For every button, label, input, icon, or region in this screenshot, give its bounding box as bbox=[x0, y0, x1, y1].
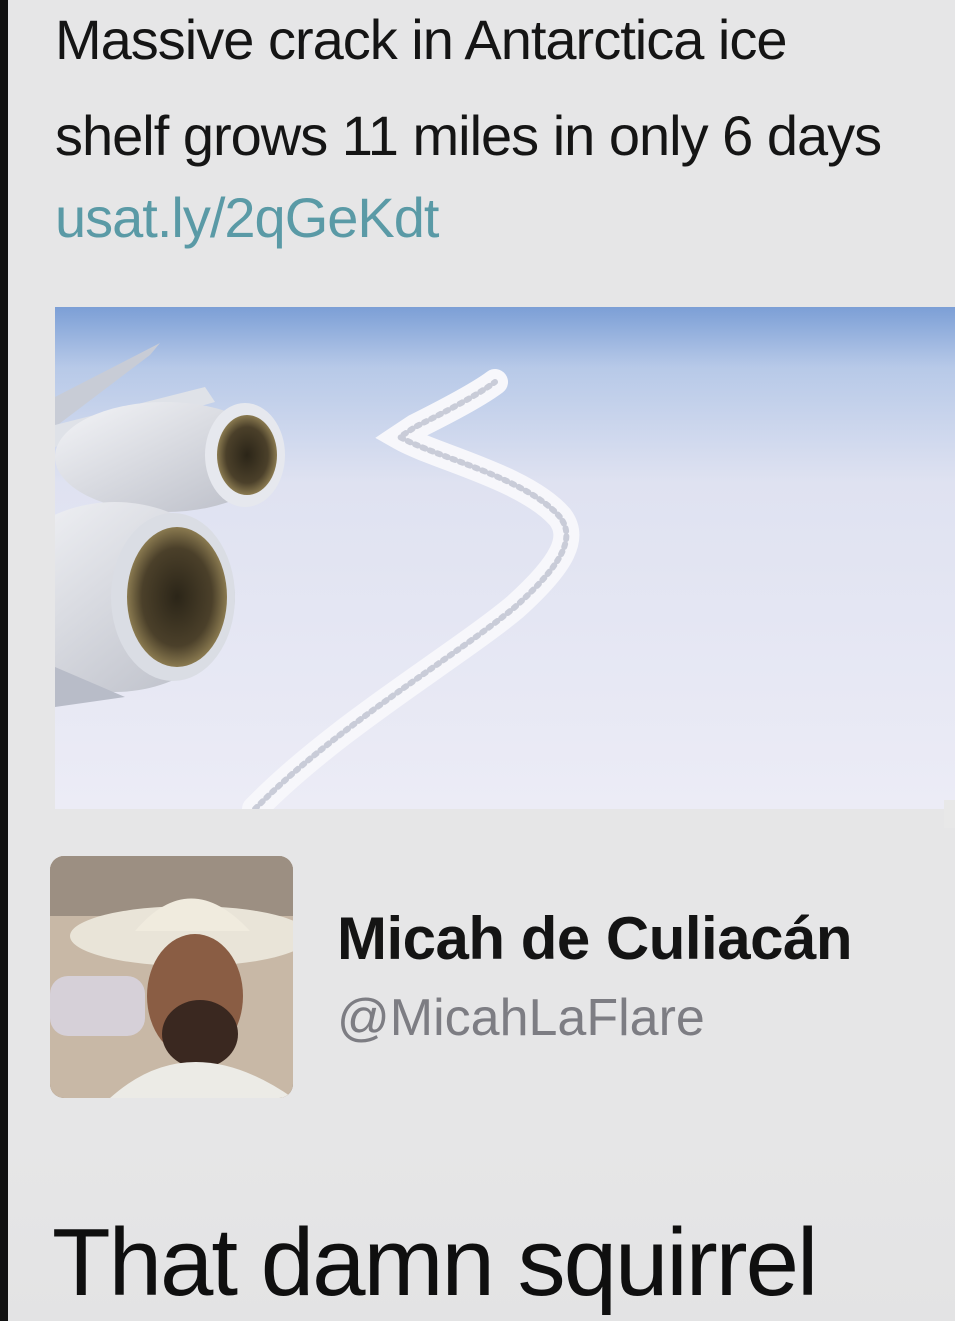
avatar-photo bbox=[50, 856, 293, 1098]
tweet-link[interactable]: usat.ly/2qGeKdt bbox=[55, 178, 439, 258]
display-name[interactable]: Micah de Culiacán bbox=[337, 904, 852, 973]
left-border bbox=[0, 0, 8, 1321]
tweet-media-image[interactable] bbox=[55, 307, 955, 809]
user-handle[interactable]: @MicahLaFlare bbox=[337, 988, 705, 1048]
meme-caption: That damn squirrel bbox=[52, 1209, 818, 1316]
tweet-text-line-2: shelf grows 11 miles in only 6 days bbox=[55, 104, 882, 167]
profile-card: Micah de Culiacán @MicahLaFlare bbox=[50, 856, 955, 1101]
tweet-text-line-1: Massive crack in Antarctica ice bbox=[55, 8, 787, 71]
tweet-text: Massive crack in Antarctica ice shelf gr… bbox=[55, 0, 955, 184]
edge-artifact bbox=[944, 800, 955, 828]
antarctica-crack-photo bbox=[55, 307, 955, 809]
avatar[interactable] bbox=[50, 856, 293, 1098]
